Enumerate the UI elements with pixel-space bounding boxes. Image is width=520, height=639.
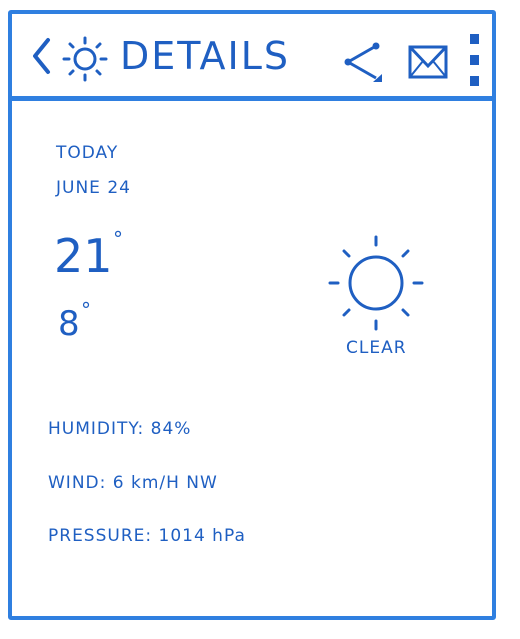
condition-label: CLEAR bbox=[346, 338, 407, 358]
high-temperature: 21 bbox=[54, 229, 113, 283]
overflow-menu-icon[interactable] bbox=[468, 32, 482, 88]
date-label: JUNE 24 bbox=[56, 178, 131, 198]
day-label: TODAY bbox=[56, 143, 119, 163]
details-content: TODAY JUNE 24 21 ° 8 ° CLEAR HUMIDITY: 8… bbox=[12, 101, 492, 616]
page-title: DETAILS bbox=[120, 34, 291, 78]
app-bar: DETAILS bbox=[12, 14, 492, 101]
phone-frame: DETAILS TODAY JUNE 24 21 ° 8 ° CLEAR HUM… bbox=[8, 10, 496, 620]
high-degree-symbol: ° bbox=[113, 227, 123, 251]
low-temperature: 8 bbox=[58, 304, 80, 344]
share-icon[interactable] bbox=[342, 40, 388, 86]
low-degree-symbol: ° bbox=[81, 298, 91, 322]
humidity-value: HUMIDITY: 84% bbox=[48, 419, 192, 439]
wind-value: WIND: 6 km/H NW bbox=[48, 473, 218, 493]
sun-icon bbox=[62, 36, 108, 82]
chevron-left-icon[interactable] bbox=[30, 36, 52, 76]
sun-icon bbox=[324, 231, 428, 335]
pressure-value: PRESSURE: 1014 hPa bbox=[48, 526, 246, 546]
mail-icon[interactable] bbox=[408, 44, 448, 80]
